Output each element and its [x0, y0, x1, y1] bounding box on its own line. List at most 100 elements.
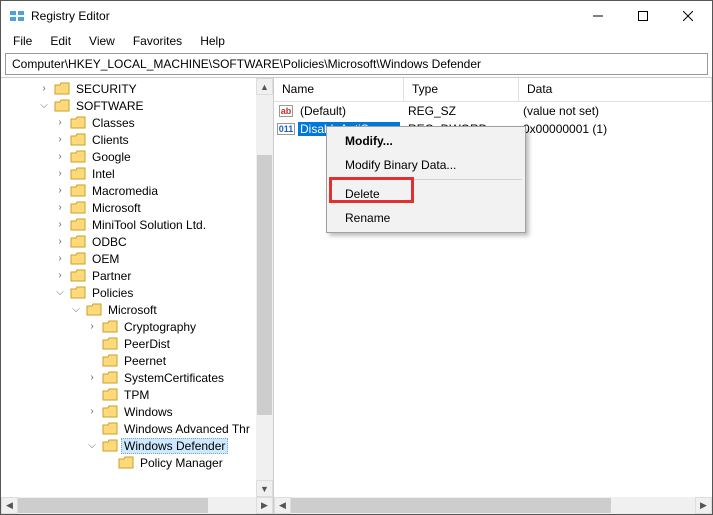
tree-item[interactable]: ›Peernet [5, 352, 273, 369]
scroll-left-icon[interactable]: ◀ [1, 497, 18, 514]
tree-item[interactable]: ⌵Microsoft [5, 301, 273, 318]
close-button[interactable] [665, 2, 710, 30]
tree-item[interactable]: ›TPM [5, 386, 273, 403]
tree-label: Clients [89, 132, 132, 148]
chevron-right-icon[interactable]: › [37, 82, 51, 96]
folder-icon [118, 456, 134, 470]
tree-item[interactable]: ⌵Policies [5, 284, 273, 301]
tree-item[interactable]: ›SECURITY [5, 80, 273, 97]
scroll-right-icon[interactable]: ▶ [256, 497, 273, 514]
tree-item[interactable]: › Microsoft [5, 199, 273, 216]
tree-item[interactable]: ›Partner [5, 267, 273, 284]
folder-icon [70, 116, 86, 130]
tree-label: MiniTool Solution Ltd. [89, 217, 209, 233]
chevron-right-icon[interactable]: › [53, 167, 67, 181]
ctx-delete[interactable]: Delete [329, 182, 523, 206]
tree-item[interactable]: ›Macromedia [5, 182, 273, 199]
chevron-right-icon[interactable]: › [53, 235, 67, 249]
content-area: ›SECURITY⌵SOFTWARE›Classes›Clients›Googl… [1, 77, 712, 514]
chevron-down-icon[interactable]: ⌵ [37, 99, 51, 113]
ctx-modify[interactable]: Modify... [329, 129, 523, 153]
scroll-down-icon[interactable]: ▼ [256, 480, 273, 497]
folder-icon [86, 303, 102, 317]
tree-scrollbar-vertical[interactable]: ▲ ▼ [256, 78, 273, 497]
list-header: Name Type Data [274, 78, 712, 102]
window-title: Registry Editor [31, 9, 575, 23]
ctx-modify-binary[interactable]: Modify Binary Data... [329, 153, 523, 177]
tree-scrollbar-horizontal[interactable]: ◀ ▶ [1, 497, 273, 514]
chevron-down-icon[interactable]: ⌵ [53, 286, 67, 300]
chevron-right-icon[interactable]: › [53, 150, 67, 164]
folder-icon [70, 133, 86, 147]
minimize-button[interactable] [575, 2, 620, 30]
ctx-rename[interactable]: Rename [329, 206, 523, 230]
tree-item[interactable]: ›PeerDist [5, 335, 273, 352]
chevron-right-icon[interactable]: › [53, 116, 67, 130]
chevron-right-icon[interactable]: › [85, 320, 99, 334]
tree-label: PeerDist [121, 336, 173, 352]
scroll-up-icon[interactable]: ▲ [256, 78, 273, 95]
menubar: File Edit View Favorites Help [1, 31, 712, 51]
menu-file[interactable]: File [5, 32, 40, 50]
tree-label: Windows [121, 404, 176, 420]
folder-icon [70, 252, 86, 266]
tree-label: Peernet [121, 353, 169, 369]
chevron-right-icon[interactable]: › [85, 371, 99, 385]
column-type[interactable]: Type [404, 78, 519, 101]
tree-item[interactable]: › SystemCertificates [5, 369, 273, 386]
tree-item[interactable]: › OEM [5, 250, 273, 267]
tree-label: Windows Advanced Thr [121, 421, 253, 437]
tree-item[interactable]: ›ODBC [5, 233, 273, 250]
tree-item[interactable]: › MiniTool Solution Ltd. [5, 216, 273, 233]
tree-item[interactable]: ›Policy Manager [5, 454, 273, 471]
chevron-right-icon[interactable]: › [53, 133, 67, 147]
tree-item[interactable]: ›Classes [5, 114, 273, 131]
chevron-down-icon[interactable]: ⌵ [69, 303, 83, 317]
tree-label: Microsoft [89, 200, 144, 216]
folder-icon [70, 150, 86, 164]
chevron-right-icon[interactable]: › [53, 201, 67, 215]
folder-icon [102, 354, 118, 368]
scroll-left-icon[interactable]: ◀ [274, 497, 291, 514]
tree-item[interactable]: ›Intel [5, 165, 273, 182]
chevron-down-icon[interactable]: ⌵ [85, 439, 99, 453]
tree-item[interactable]: ⌵SOFTWARE [5, 97, 273, 114]
folder-icon [70, 184, 86, 198]
tree-item[interactable]: › Windows [5, 403, 273, 420]
tree-label: OEM [89, 251, 122, 267]
column-data[interactable]: Data [519, 78, 712, 101]
chevron-right-icon[interactable]: › [85, 405, 99, 419]
scroll-right-icon[interactable]: ▶ [695, 497, 712, 514]
registry-tree[interactable]: ›SECURITY⌵SOFTWARE›Classes›Clients›Googl… [1, 78, 273, 473]
tree-item[interactable]: ⌵Windows Defender [5, 437, 273, 454]
list-row[interactable]: ab(Default)REG_SZ(value not set) [274, 102, 712, 120]
maximize-button[interactable] [620, 2, 665, 30]
tree-label: SystemCertificates [121, 370, 227, 386]
values-pane: Name Type Data ab(Default)REG_SZ(value n… [274, 78, 712, 514]
chevron-right-icon[interactable]: › [53, 252, 67, 266]
folder-icon [70, 286, 86, 300]
value-data: 0x00000001 (1) [515, 122, 712, 136]
tree-item[interactable]: ›Cryptography [5, 318, 273, 335]
menu-edit[interactable]: Edit [42, 32, 79, 50]
menu-help[interactable]: Help [192, 32, 233, 50]
menu-view[interactable]: View [81, 32, 123, 50]
tree-item[interactable]: ›Google [5, 148, 273, 165]
chevron-right-icon[interactable]: › [53, 184, 67, 198]
folder-icon [102, 405, 118, 419]
tree-item[interactable]: › Clients [5, 131, 273, 148]
tree-label: Policy Manager [137, 455, 226, 471]
address-bar[interactable]: Computer\HKEY_LOCAL_MACHINE\SOFTWARE\Pol… [5, 53, 708, 75]
value-type: REG_SZ [400, 104, 515, 118]
menu-favorites[interactable]: Favorites [125, 32, 190, 50]
column-name[interactable]: Name [274, 78, 404, 101]
tree-item[interactable]: ›Windows Advanced Thr [5, 420, 273, 437]
folder-icon [102, 337, 118, 351]
folder-icon [54, 82, 70, 96]
list-scrollbar-horizontal[interactable]: ◀ ▶ [274, 497, 712, 514]
folder-icon [54, 99, 70, 113]
chevron-right-icon[interactable]: › [53, 269, 67, 283]
value-data: (value not set) [515, 104, 712, 118]
ctx-separator [330, 179, 522, 180]
chevron-right-icon[interactable]: › [53, 218, 67, 232]
